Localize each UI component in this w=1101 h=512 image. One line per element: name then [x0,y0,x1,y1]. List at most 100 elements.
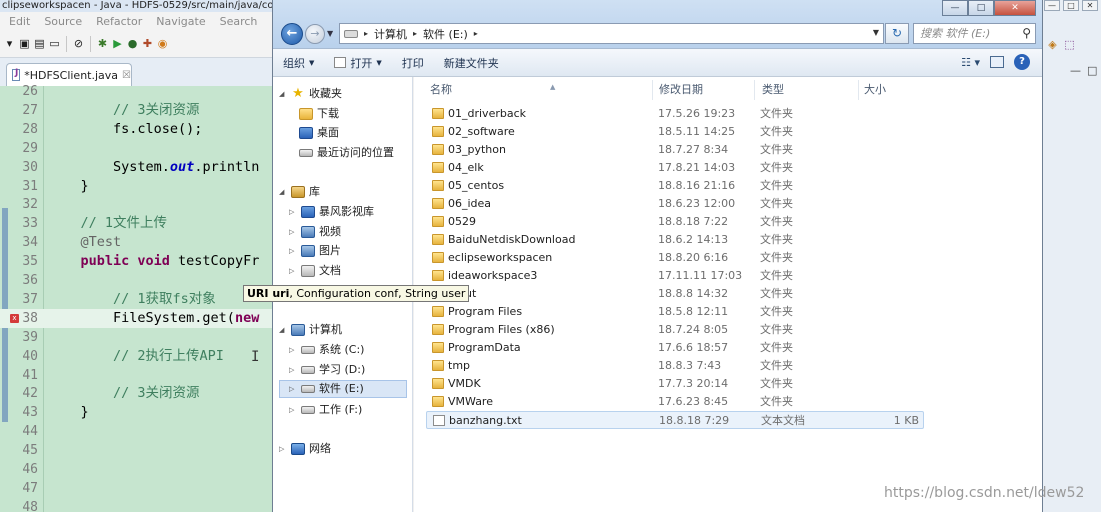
code-line[interactable]: 38 FileSystem.get(new x [0,308,278,328]
code-line[interactable]: 35 public void testCopyFr [0,252,278,271]
file-row[interactable]: 06_idea 18.6.23 12:00 文件夹 [426,195,924,213]
external-tools-icon[interactable]: ✚ [141,37,154,50]
open-button[interactable]: 打开 ▼ [324,55,391,71]
expand-triangle-icon[interactable]: ▷ [279,440,287,458]
nav-libraries[interactable]: ◢ 库 [279,183,320,201]
file-row[interactable]: eclipseworkspacen 18.8.20 6:16 文件夹 [426,249,924,267]
help-icon[interactable]: ? [1014,54,1030,70]
file-row[interactable]: VMWare 17.6.23 8:45 文件夹 [426,393,924,411]
expand-triangle-icon[interactable]: ▷ [289,262,297,280]
code-line[interactable]: 32 [0,195,278,214]
expand-triangle-icon[interactable]: ▷ [289,380,297,398]
code-line[interactable]: 48 [0,498,278,512]
perspective-icon[interactable]: ◈ [1046,38,1059,51]
tab-close-icon[interactable]: ☒ [122,70,131,81]
collapse-triangle-icon[interactable]: ◢ [279,85,287,103]
file-row[interactable]: BaiduNetdiskDownload 18.6.2 14:13 文件夹 [426,231,924,249]
file-row[interactable]: banzhang.txt 18.8.18 7:29 文本文档 1 KB [426,411,924,429]
file-row[interactable]: 05_centos 18.8.16 21:16 文件夹 [426,177,924,195]
menu-item[interactable]: Refactor [87,15,147,28]
nav-drive-e[interactable]: ▷ 软件 (E:) [279,380,407,398]
nav-drive-c[interactable]: ▷ 系统 (C:) [289,341,364,359]
console-icon[interactable]: ▭ [48,37,61,50]
organize-button[interactable]: 组织 ▼ [273,55,324,71]
code-line[interactable]: 28 fs.close(); [0,120,278,139]
column-divider[interactable] [652,80,653,100]
breadcrumb-computer[interactable]: 计算机 [374,26,407,42]
save-all-icon[interactable]: ▤ [33,37,46,50]
dropdown-arrow-icon[interactable]: ▾ [3,37,16,50]
maximize-button[interactable]: □ [968,0,994,16]
view-minimize-icon[interactable]: — [1070,64,1081,77]
column-header-type[interactable]: 类型 [762,82,784,98]
file-row[interactable]: Program Files 18.5.8 12:11 文件夹 [426,303,924,321]
code-line[interactable]: 33 // 1文件上传 [0,214,278,233]
minimize-button[interactable]: — [942,0,968,16]
collapse-triangle-icon[interactable]: ◢ [279,321,287,339]
column-divider[interactable] [754,80,755,100]
nav-desktop[interactable]: 桌面 [299,124,339,142]
column-header-name[interactable]: 名称 ▲ [430,82,555,98]
file-row[interactable]: 04_elk 17.8.21 14:03 文件夹 [426,159,924,177]
breadcrumb-separator-icon[interactable]: ▸ [364,29,368,38]
code-editor[interactable]: 26 27 // 3关闭资源 28 fs.close(); 29 30 System.o… [0,84,278,512]
view-options-icon[interactable]: ☷ ▾ [961,56,980,69]
menu-item[interactable]: Navigate [147,15,210,28]
nav-computer[interactable]: ◢ 计算机 [279,321,342,339]
coverage-icon[interactable]: ● [126,37,139,50]
column-divider[interactable] [858,80,859,100]
menu-item[interactable]: Source [35,15,87,28]
code-line[interactable]: 47 [0,479,278,498]
java-perspective-icon[interactable]: ⬚ [1063,38,1076,51]
collapse-triangle-icon[interactable]: ◢ [279,183,287,201]
code-line[interactable]: 44 [0,422,278,441]
file-row[interactable]: 01_driverback 17.5.26 19:23 文件夹 [426,105,924,123]
new-class-icon[interactable]: ◉ [156,37,169,50]
search-input[interactable]: 搜索 软件 (E:) ⚲ [913,23,1036,44]
file-row[interactable]: VMDK 17.7.3 20:14 文件夹 [426,375,924,393]
expand-triangle-icon[interactable]: ▷ [289,341,297,359]
file-row[interactable]: Program Files (x86) 18.7.24 8:05 文件夹 [426,321,924,339]
column-header-size[interactable]: 大小 [864,82,886,98]
code-line[interactable]: 27 // 3关闭资源 [0,101,278,120]
menu-item[interactable]: Edit [0,15,35,28]
nav-videos[interactable]: ▷ 视频 [289,223,341,241]
file-row[interactable]: input18.8.8 14:32文件夹 [426,285,924,303]
forward-arrow-icon[interactable]: → [305,24,325,44]
file-row[interactable]: ProgramData 17.6.6 18:57 文件夹 [426,339,924,357]
back-arrow-icon[interactable]: ← [281,23,303,45]
save-icon[interactable]: ▣ [18,37,31,50]
code-line[interactable]: 42 // 3关闭资源 [0,384,278,403]
expand-triangle-icon[interactable]: ▷ [289,223,297,241]
code-line[interactable]: 40 // 2执行上传API [0,347,278,366]
expand-triangle-icon[interactable]: ▷ [289,401,297,419]
breadcrumb-drive-e[interactable]: 软件 (E:) [423,26,468,42]
nav-drive-d[interactable]: ▷ 学习 (D:) [289,361,365,379]
menu-item[interactable]: Search [211,15,263,28]
code-line[interactable]: 31 } [0,177,278,196]
nav-drive-f[interactable]: ▷ 工作 (F:) [289,401,362,419]
print-button[interactable]: 打印 [392,55,434,71]
new-folder-button[interactable]: 新建文件夹 [434,55,509,71]
skip-breakpoints-icon[interactable]: ⊘ [72,37,85,50]
address-bar[interactable]: ▸ 计算机 ▸ 软件 (E:) ▸ ▼ [339,23,884,44]
nav-network[interactable]: ▷ 网络 [279,440,331,458]
code-line[interactable]: 29 [0,139,278,158]
code-line[interactable]: 36 [0,271,278,290]
nav-downloads[interactable]: 下载 [299,105,339,123]
search-icon[interactable]: ⚲ [1022,24,1031,43]
nav-documents[interactable]: ▷ 文档 [289,262,341,280]
nav-pictures[interactable]: ▷ 图片 [289,242,341,260]
preview-pane-icon[interactable] [990,56,1004,68]
code-line[interactable]: 26 [0,82,278,101]
expand-triangle-icon[interactable]: ▷ [289,361,297,379]
nav-recent-places[interactable]: 最近访问的位置 [299,144,394,162]
code-line[interactable]: 46 [0,460,278,479]
breadcrumb-separator-icon[interactable]: ▸ [474,29,478,38]
minimize-icon[interactable]: — [1044,0,1060,11]
code-line[interactable]: 39 [0,328,278,347]
column-header-date[interactable]: 修改日期 [659,82,703,98]
run-icon[interactable]: ▶ [111,37,124,50]
maximize-icon[interactable]: □ [1063,0,1079,11]
code-line[interactable]: 45 [0,441,278,460]
